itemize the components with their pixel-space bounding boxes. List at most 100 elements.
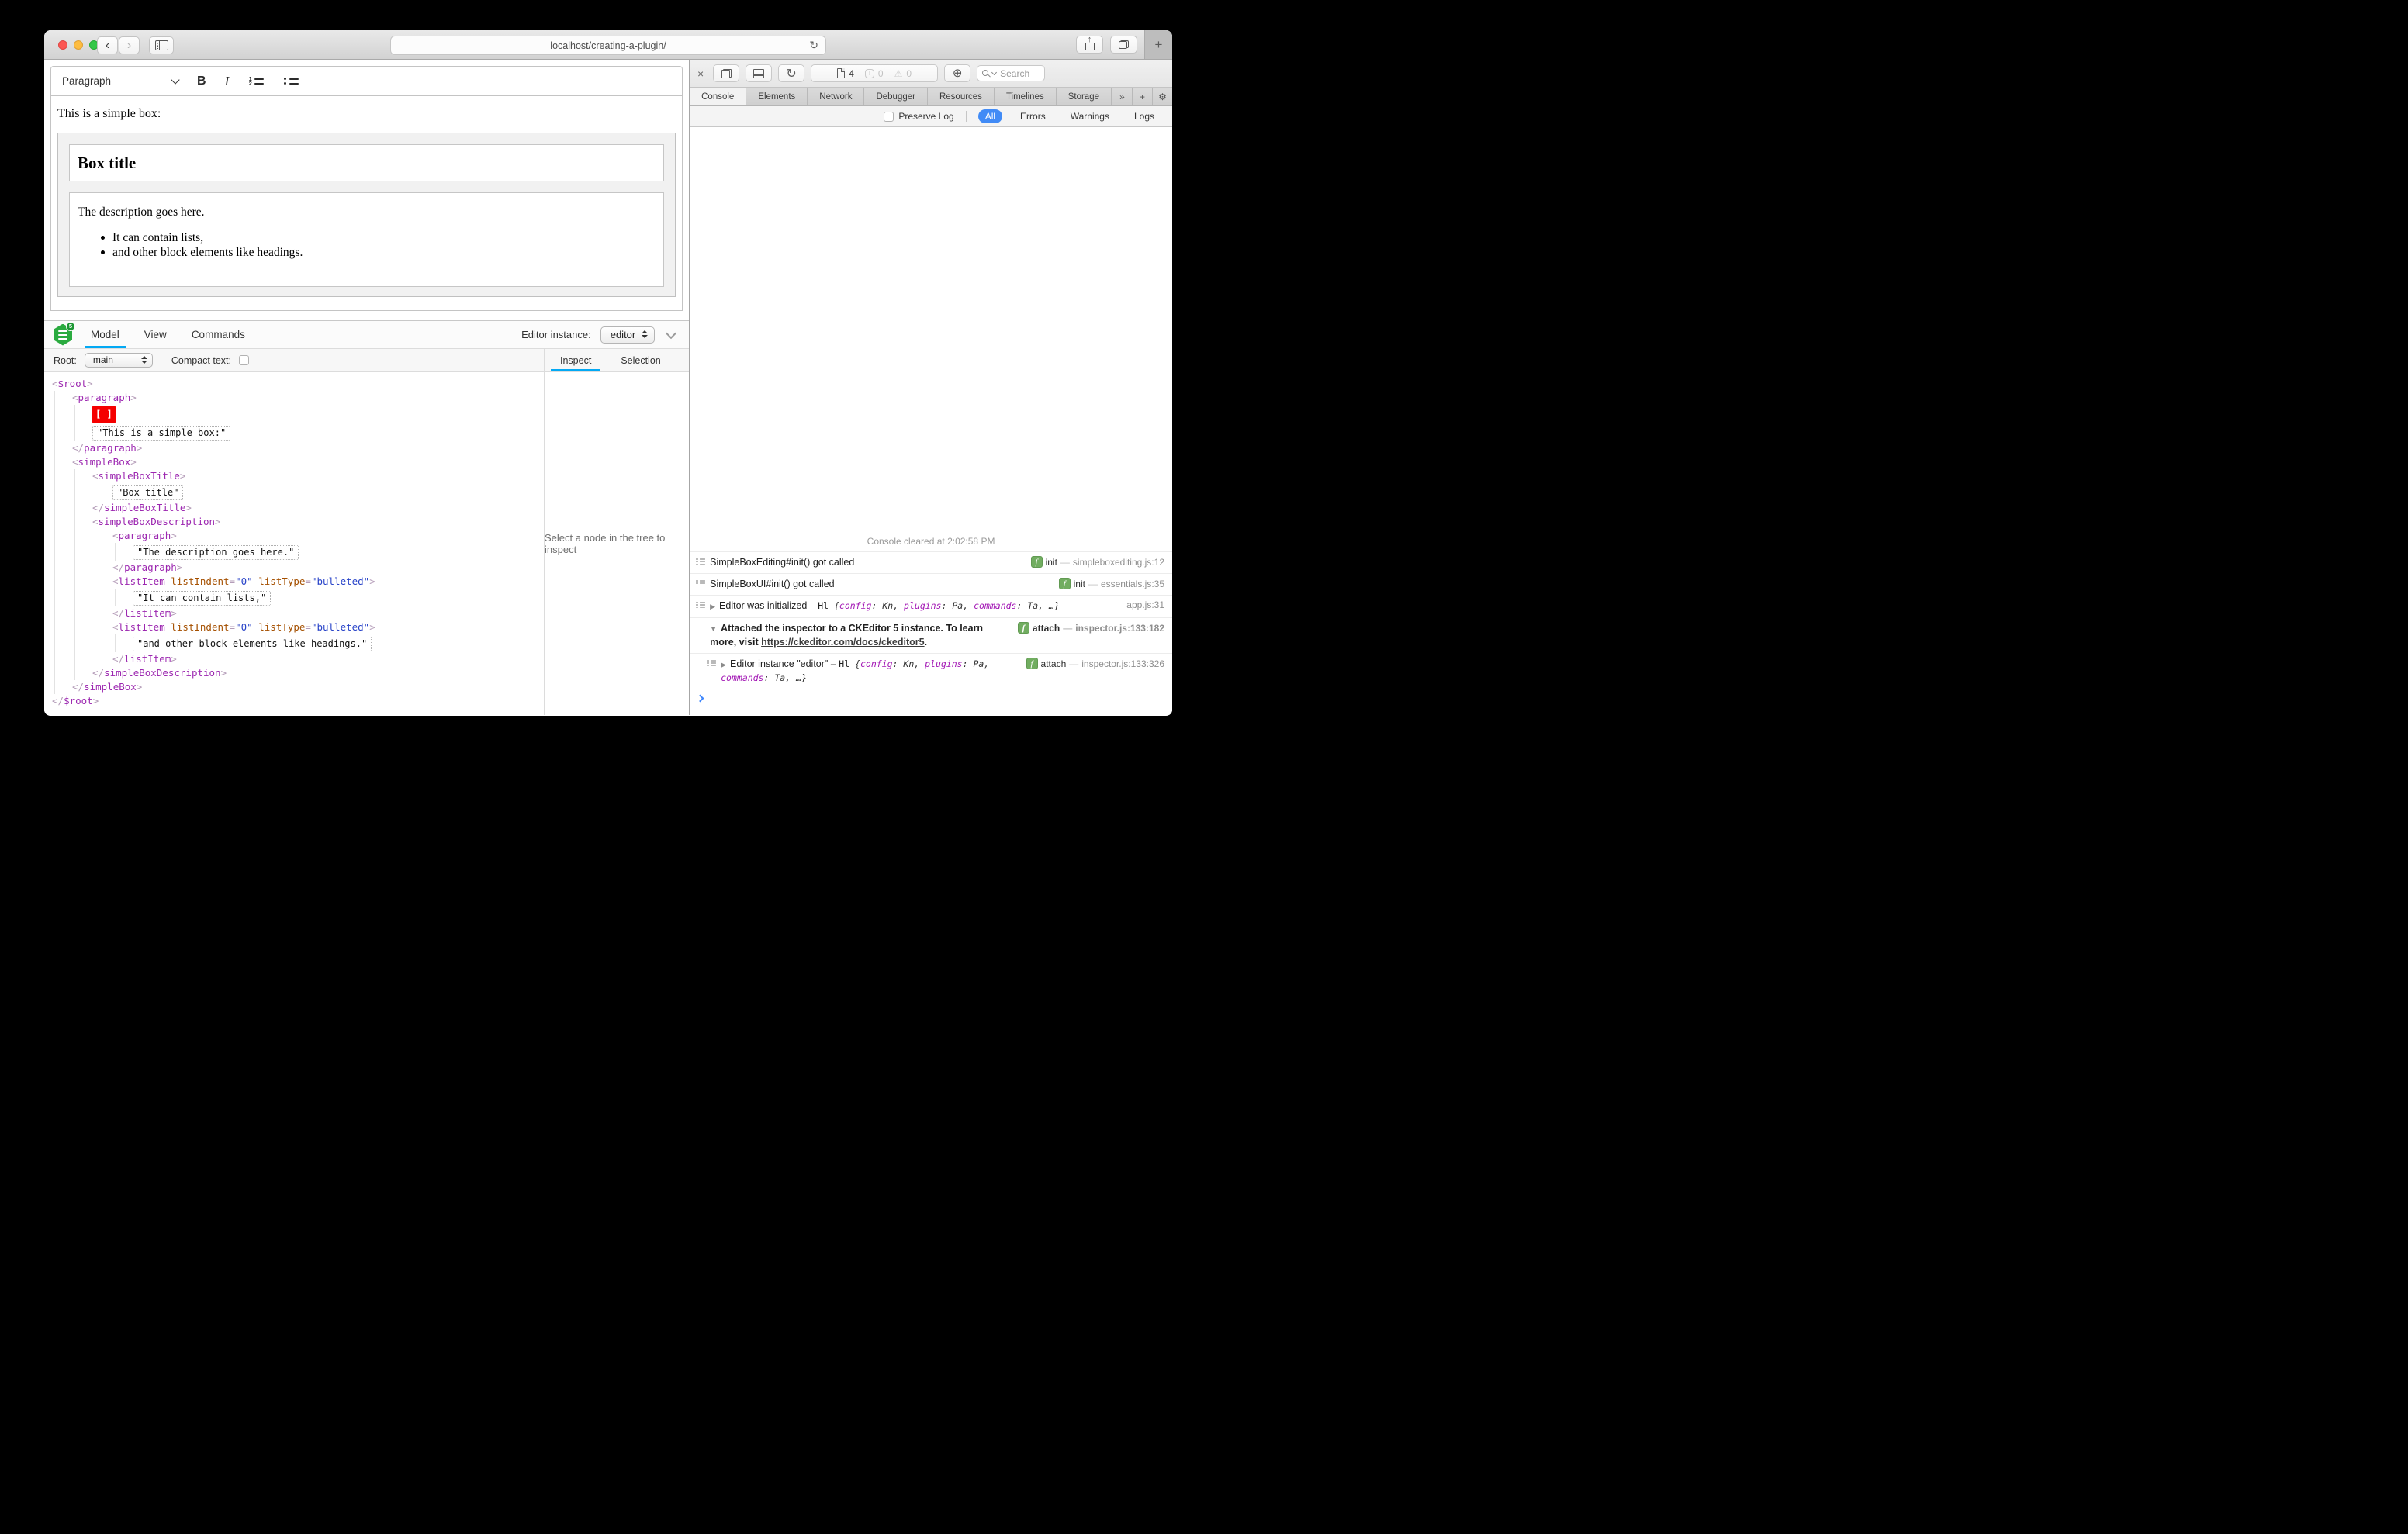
undock-icon [721,68,732,78]
box-title[interactable]: Box title [69,144,665,181]
close-inspector-button[interactable]: × [694,66,707,81]
tree-node[interactable]: <simpleBoxDescription> [44,515,544,529]
source-link[interactable]: essentials.js:35 [1101,579,1164,589]
back-button[interactable]: ‹ [97,36,118,54]
sidebar-button[interactable] [149,36,174,54]
devtools-search-input[interactable]: Search [977,65,1046,81]
tab-timelines[interactable]: Timelines [995,88,1057,105]
collapse-inspector-icon[interactable] [666,327,677,339]
intro-paragraph[interactable]: This is a simple box: [57,107,676,121]
preserve-log-checkbox[interactable] [884,111,894,122]
forward-button[interactable]: › [119,36,140,54]
tab-commands[interactable]: Commands [190,321,247,348]
source-link[interactable]: inspector.js:133:326 [1081,658,1164,669]
new-tab-button[interactable]: + [1144,30,1172,59]
console-link[interactable]: https://ckeditor.com/docs/ckeditor5 [761,637,924,648]
editor-instance-select[interactable]: editor [600,326,656,344]
minimize-button[interactable] [74,40,83,50]
tree-node[interactable]: </listItem> [44,652,544,666]
share-button[interactable] [1076,36,1103,54]
resource-summary-button[interactable]: 4 ! 0 ⚠ 0 [811,64,939,82]
filter-all[interactable]: All [977,109,1003,123]
tree-node[interactable]: "The description goes here." [44,543,544,561]
list-item[interactable]: It can contain lists, [101,230,656,245]
description-paragraph[interactable]: The description goes here. [78,206,656,219]
devtools-reload-button[interactable]: ↻ [778,64,805,82]
tab-inspect[interactable]: Inspect [550,355,601,371]
tab-elements[interactable]: Elements [746,88,808,105]
tree-node[interactable]: </$root> [44,694,544,708]
tab-model[interactable]: Model [85,321,126,348]
tree-node[interactable]: "Box title" [44,483,544,501]
tab-selection[interactable]: Selection [618,355,663,371]
message-segment: , [963,600,974,611]
bulleted-list-button[interactable] [282,77,299,86]
tree-node[interactable]: </paragraph> [44,441,544,455]
text-node[interactable]: "This is a simple box:" [92,426,231,441]
console-row[interactable]: SimpleBoxEditing#init() got called f init … [690,551,1172,573]
italic-button[interactable]: I [225,74,230,89]
element-picker-button[interactable]: ⊕ [944,64,971,82]
editable-content[interactable]: This is a simple box: Box title The desc… [51,96,682,297]
root-select[interactable]: main [84,353,153,368]
bold-button[interactable]: B [197,74,206,88]
tab-network[interactable]: Network [808,88,865,105]
filter-errors[interactable]: Errors [1013,109,1053,123]
console-row[interactable]: SimpleBoxUI#init() got called f init — ess… [690,573,1172,595]
tree-node[interactable]: </simpleBoxDescription> [44,666,544,680]
console-row[interactable]: ▶ Editor instance "editor" – Hl {config: … [690,653,1172,689]
tree-node[interactable]: [ ] [44,405,544,423]
text-node[interactable]: "and other block elements like headings.… [133,637,372,651]
console-row[interactable]: ▼ Attached the inspector to a CKEditor 5 … [690,617,1172,653]
list-item[interactable]: and other block elements like headings. [101,245,656,260]
tab-resources[interactable]: Resources [928,88,995,105]
tree-node[interactable]: </listItem> [44,606,544,620]
source-link[interactable]: simpleboxediting.js:12 [1073,557,1164,568]
tree-node[interactable]: "It can contain lists," [44,589,544,606]
text-node[interactable]: "It can contain lists," [133,591,272,606]
tree-node[interactable]: <listItem listIndent="0" listType="bulle… [44,620,544,634]
settings-button[interactable]: ⚙ [1152,88,1172,105]
dock-bottom-button[interactable] [746,64,773,82]
console-prompt[interactable] [690,689,1172,715]
tab-storage[interactable]: Storage [1057,88,1112,105]
overflow-tabs-button[interactable]: » [1112,88,1132,105]
text-node[interactable]: "The description goes here." [133,545,299,560]
address-bar[interactable]: localhost/creating-a-plugin/ ↻ [390,36,826,55]
console-row[interactable]: ▶ Editor was initialized – Hl {config: Kn… [690,595,1172,617]
filter-logs[interactable]: Logs [1127,109,1161,123]
reload-icon[interactable]: ↻ [809,39,818,52]
tree-node[interactable]: <simpleBoxTitle> [44,469,544,483]
tab-debugger[interactable]: Debugger [864,88,928,105]
collapse-icon[interactable]: ▼ [710,625,717,633]
source-link[interactable]: inspector.js:133:182 [1075,623,1164,634]
tree-node[interactable]: "and other block elements like headings.… [44,634,544,652]
compact-text-checkbox[interactable] [239,355,250,365]
expand-icon[interactable]: ▶ [721,661,726,669]
source-link[interactable]: app.js:31 [1126,599,1164,610]
tree-node[interactable]: <paragraph> [44,529,544,543]
tree-node[interactable]: "This is a simple box:" [44,423,544,441]
undock-button[interactable] [713,64,740,82]
text-node[interactable]: "Box title" [112,485,184,500]
simple-box-widget[interactable]: Box title The description goes here. It … [57,133,676,297]
tree-node[interactable]: </simpleBox> [44,680,544,694]
tab-view[interactable]: View [143,321,168,348]
box-description[interactable]: The description goes here. It can contai… [69,192,665,287]
tree-node[interactable]: <simpleBox> [44,455,544,469]
tab-console[interactable]: Console [690,88,747,105]
add-tab-button[interactable]: + [1132,88,1152,105]
filter-warnings[interactable]: Warnings [1064,109,1116,123]
tree-node[interactable]: </paragraph> [44,561,544,575]
paragraph-dropdown[interactable]: Paragraph [62,74,180,87]
tree-node[interactable]: <paragraph> [44,391,544,405]
tree-node[interactable]: <listItem listIndent="0" listType="bulle… [44,575,544,589]
numbered-list-button[interactable]: 1 2 [247,75,265,86]
expand-icon[interactable]: ▶ [710,603,715,610]
tree-node[interactable]: </simpleBoxTitle> [44,501,544,515]
tab-overview-button[interactable] [1110,36,1137,54]
selection-marker: [ ] [92,406,116,423]
tree-node[interactable]: <$root> [44,377,544,391]
close-button[interactable] [58,40,67,50]
tag-name: $root [57,378,88,389]
